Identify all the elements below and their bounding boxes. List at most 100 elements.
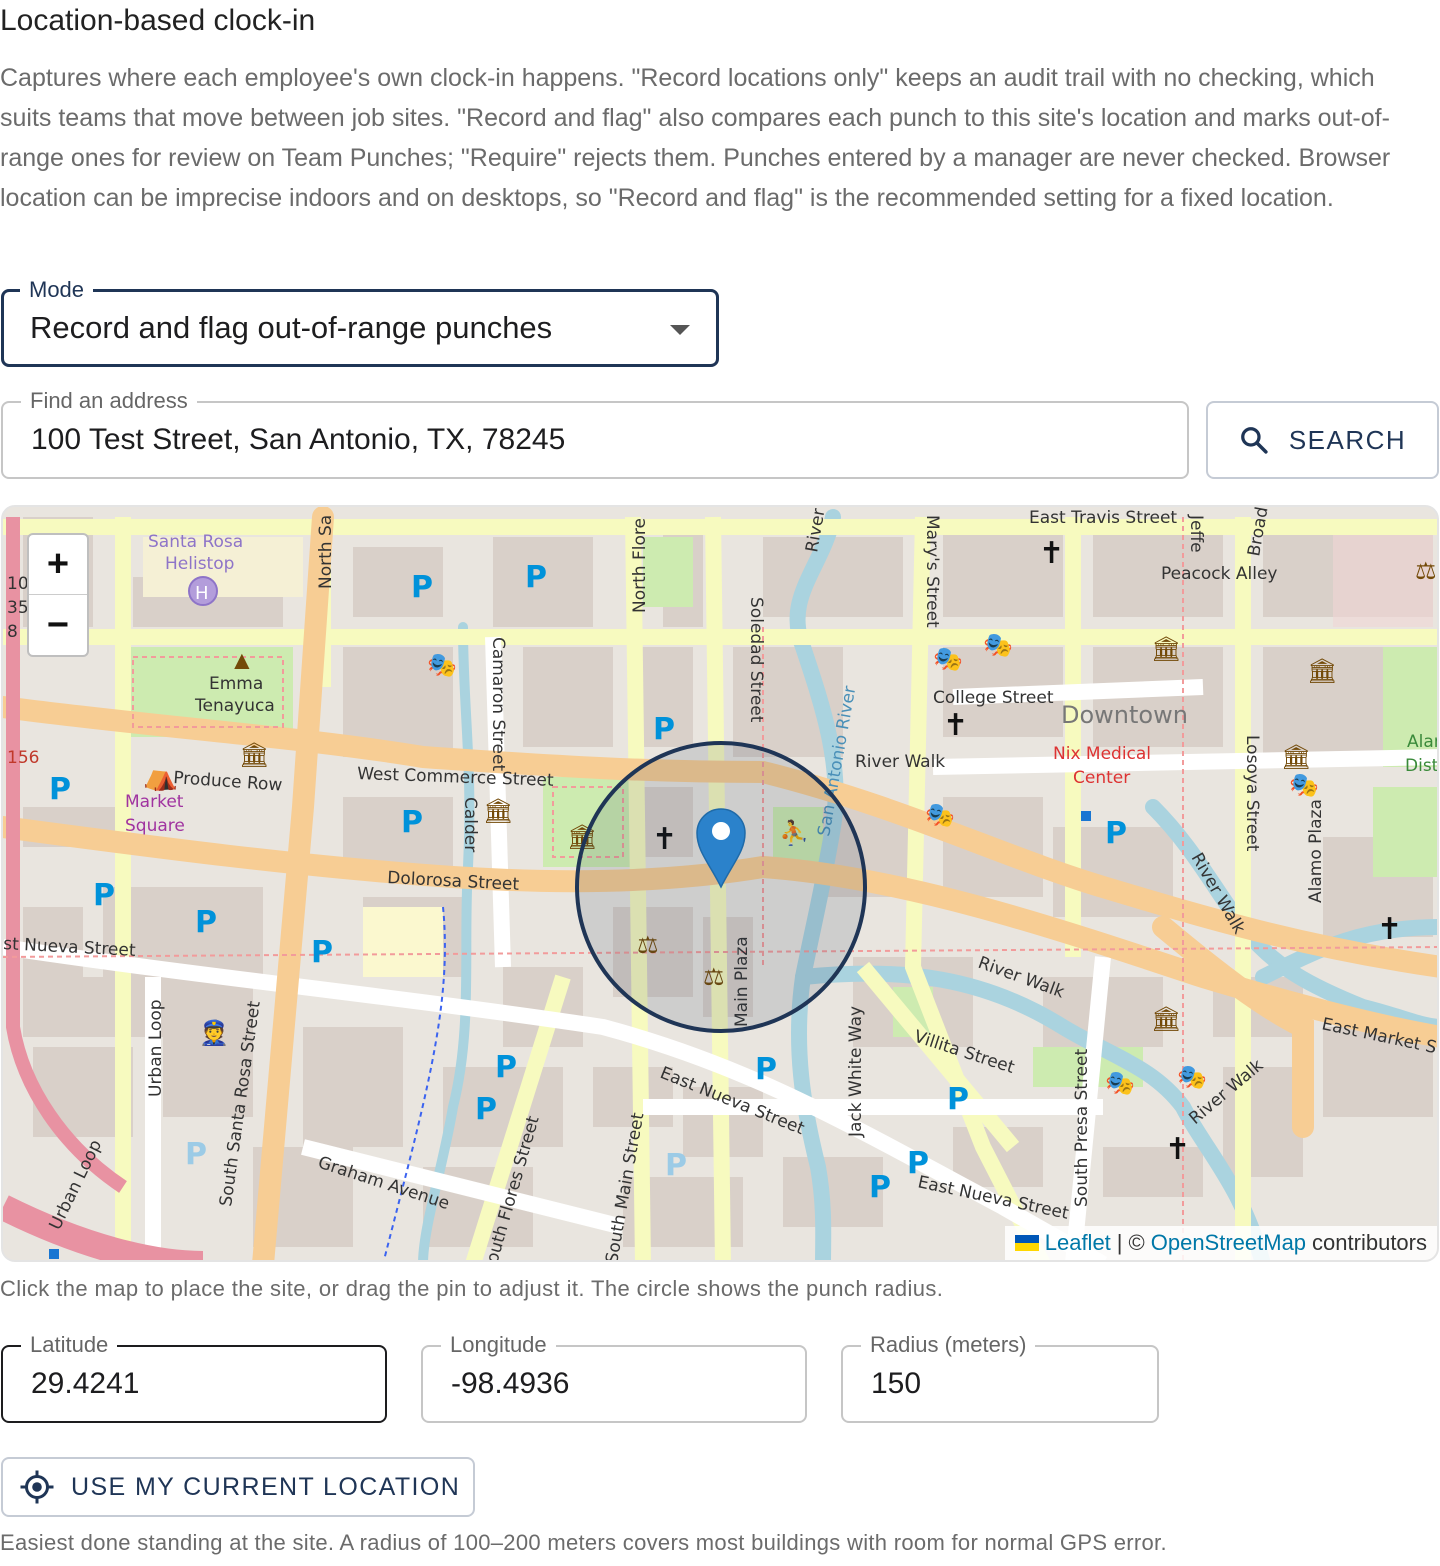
svg-text:🎭: 🎭 bbox=[1177, 1063, 1207, 1091]
svg-text:P: P bbox=[755, 1052, 777, 1087]
svg-text:P: P bbox=[665, 1148, 687, 1183]
label-east-travis: East Travis Street bbox=[1029, 508, 1177, 528]
svg-text:🎭: 🎭 bbox=[933, 645, 963, 673]
section-description: Captures where each employee's own clock… bbox=[0, 64, 1391, 212]
label-north-sa: North Sa bbox=[316, 515, 336, 589]
latitude-value: 29.4241 bbox=[31, 1367, 140, 1400]
svg-text:🎭: 🎭 bbox=[1289, 771, 1319, 799]
label-jack-white: Jack White Way bbox=[846, 1006, 866, 1138]
svg-text:👮: 👮 bbox=[199, 1018, 229, 1047]
label-hwy-8: 8 bbox=[7, 622, 18, 642]
label-calder: Calder bbox=[460, 797, 480, 852]
label-helistop-2: Helistop bbox=[165, 554, 234, 574]
longitude-input[interactable]: Longitude -98.4936 bbox=[421, 1330, 807, 1423]
svg-text:✝: ✝ bbox=[1039, 536, 1064, 571]
label-nix-1: Nix Medical bbox=[1053, 744, 1151, 764]
svg-text:🏛: 🏛 bbox=[483, 797, 513, 825]
svg-text:▲: ▲ bbox=[229, 645, 255, 675]
label-downtown: Downtown bbox=[1061, 701, 1188, 729]
svg-text:P: P bbox=[495, 1050, 517, 1085]
ukraine-flag-icon bbox=[1014, 1235, 1039, 1251]
svg-text:🏛: 🏛 bbox=[1151, 635, 1181, 663]
svg-text:✝: ✝ bbox=[943, 708, 968, 743]
zoom-out-button[interactable]: − bbox=[29, 595, 87, 655]
label-emma: Emma bbox=[209, 674, 263, 694]
label-square: Square bbox=[125, 816, 185, 836]
label-river-walk: River Walk bbox=[855, 752, 945, 772]
use-current-location-label: USE MY CURRENT LOCATION bbox=[71, 1472, 461, 1501]
svg-text:P: P bbox=[475, 1092, 497, 1127]
map-attribution: Leaflet | © OpenStreetMap contributors bbox=[1004, 1226, 1437, 1260]
map-hint: Click the map to place the site, or drag… bbox=[0, 1276, 944, 1301]
label-hwy-10: 10 bbox=[7, 574, 29, 594]
svg-text:⚖: ⚖ bbox=[1415, 557, 1437, 585]
mode-select[interactable]: Mode Record and flag out-of-range punche… bbox=[1, 275, 719, 367]
label-tenayuca: Tenayuca bbox=[194, 696, 275, 716]
label-hwy-156: 156 bbox=[7, 748, 39, 768]
svg-text:🎭: 🎭 bbox=[983, 631, 1013, 659]
site-map[interactable]: PPPP PPPP PPPP PPP PP 🎭 🎭 🎭 🎭 🎭 🎭 🎭 🏛 🏛 🏛 🏛 🏛 🏛 🏛 … bbox=[1, 505, 1439, 1262]
svg-text:🏛: 🏛 bbox=[1307, 657, 1337, 685]
label-camaron: Camaron Street bbox=[488, 637, 508, 771]
label-soledad: Soledad Street bbox=[746, 597, 766, 723]
address-value: 100 Test Street, San Antonio, TX, 78245 bbox=[31, 423, 566, 456]
label-urban-loop-1: Urban Loop bbox=[146, 999, 166, 1097]
svg-text:P: P bbox=[185, 1137, 207, 1172]
svg-text:P: P bbox=[195, 905, 217, 940]
zoom-in-button[interactable]: + bbox=[29, 535, 87, 595]
svg-text:P: P bbox=[653, 712, 675, 747]
label-marys: Mary's Street bbox=[922, 515, 942, 628]
osm-link[interactable]: OpenStreetMap bbox=[1151, 1230, 1306, 1256]
svg-text:P: P bbox=[49, 772, 71, 807]
label-north-flores: North Flore bbox=[630, 518, 650, 613]
svg-text:✝: ✝ bbox=[1165, 1132, 1190, 1167]
svg-text:✝: ✝ bbox=[1377, 912, 1402, 947]
footer-hint: Easiest done standing at the site. A rad… bbox=[0, 1530, 1167, 1555]
label-alamo-plaza: Alamo Plaza bbox=[1306, 799, 1326, 903]
label-market: Market bbox=[125, 792, 184, 812]
radius-value: 150 bbox=[871, 1367, 922, 1400]
svg-text:P: P bbox=[1105, 816, 1127, 851]
map-tiles: P PPP PPPP PPPP PPP PP 🎭 🎭 🎭🎭 🎭🎭 🎭 🏛🏛🏛🏛 🏛🏛🏛 … bbox=[3, 507, 1439, 1260]
leaflet-link[interactable]: Leaflet bbox=[1045, 1230, 1111, 1256]
search-label: SEARCH bbox=[1288, 424, 1407, 455]
label-losoya: Losoya Street bbox=[1242, 735, 1262, 852]
dropdown-caret-icon bbox=[670, 325, 690, 335]
longitude-value: -98.4936 bbox=[451, 1367, 570, 1400]
attribution-separator: | bbox=[1116, 1230, 1123, 1255]
use-current-location-button[interactable]: USE MY CURRENT LOCATION bbox=[1, 1457, 475, 1517]
crosshair-icon bbox=[20, 1470, 54, 1504]
label-peacock: Peacock Alley bbox=[1161, 564, 1277, 584]
svg-text:P: P bbox=[947, 1082, 969, 1117]
attribution-copyright: © bbox=[1128, 1230, 1145, 1255]
svg-text:🎭: 🎭 bbox=[925, 801, 955, 829]
radius-input[interactable]: Radius (meters) 150 bbox=[841, 1330, 1159, 1423]
label-hwy-35: 35 bbox=[7, 598, 29, 618]
svg-text:🏛: 🏛 bbox=[239, 741, 269, 769]
zoom-controls: + − bbox=[27, 533, 89, 657]
svg-text:P: P bbox=[411, 570, 433, 605]
svg-text:P: P bbox=[93, 878, 115, 913]
label-college: College Street bbox=[933, 688, 1054, 708]
svg-text:🏛: 🏛 bbox=[1281, 743, 1311, 771]
label-alamo-2: District bbox=[1405, 756, 1439, 776]
label-alamo-1: Alamo bbox=[1407, 732, 1439, 752]
svg-text:🏛: 🏛 bbox=[1151, 1005, 1181, 1033]
svg-text:P: P bbox=[525, 560, 547, 595]
svg-text:H: H bbox=[195, 583, 209, 604]
svg-text:P: P bbox=[311, 935, 333, 970]
svg-text:P: P bbox=[401, 805, 423, 840]
address-input[interactable]: Find an address 100 Test Street, San Ant… bbox=[1, 386, 1189, 479]
label-jeffe: Jeffe bbox=[1186, 514, 1206, 553]
label-helistop-1: Santa Rosa bbox=[148, 532, 243, 552]
label-nix-2: Center bbox=[1073, 768, 1130, 788]
svg-text:P: P bbox=[869, 1170, 891, 1205]
attribution-suffix: contributors bbox=[1312, 1230, 1427, 1255]
svg-text:🎭: 🎭 bbox=[1105, 1069, 1135, 1097]
label-south-presa: South Presa Street bbox=[1072, 1048, 1092, 1207]
search-button[interactable]: SEARCH bbox=[1206, 401, 1439, 479]
svg-text:🎭: 🎭 bbox=[427, 651, 457, 679]
latitude-input[interactable]: Latitude 29.4241 bbox=[1, 1330, 387, 1423]
search-icon bbox=[1240, 427, 1268, 454]
section-title: Location-based clock-in bbox=[0, 4, 316, 37]
